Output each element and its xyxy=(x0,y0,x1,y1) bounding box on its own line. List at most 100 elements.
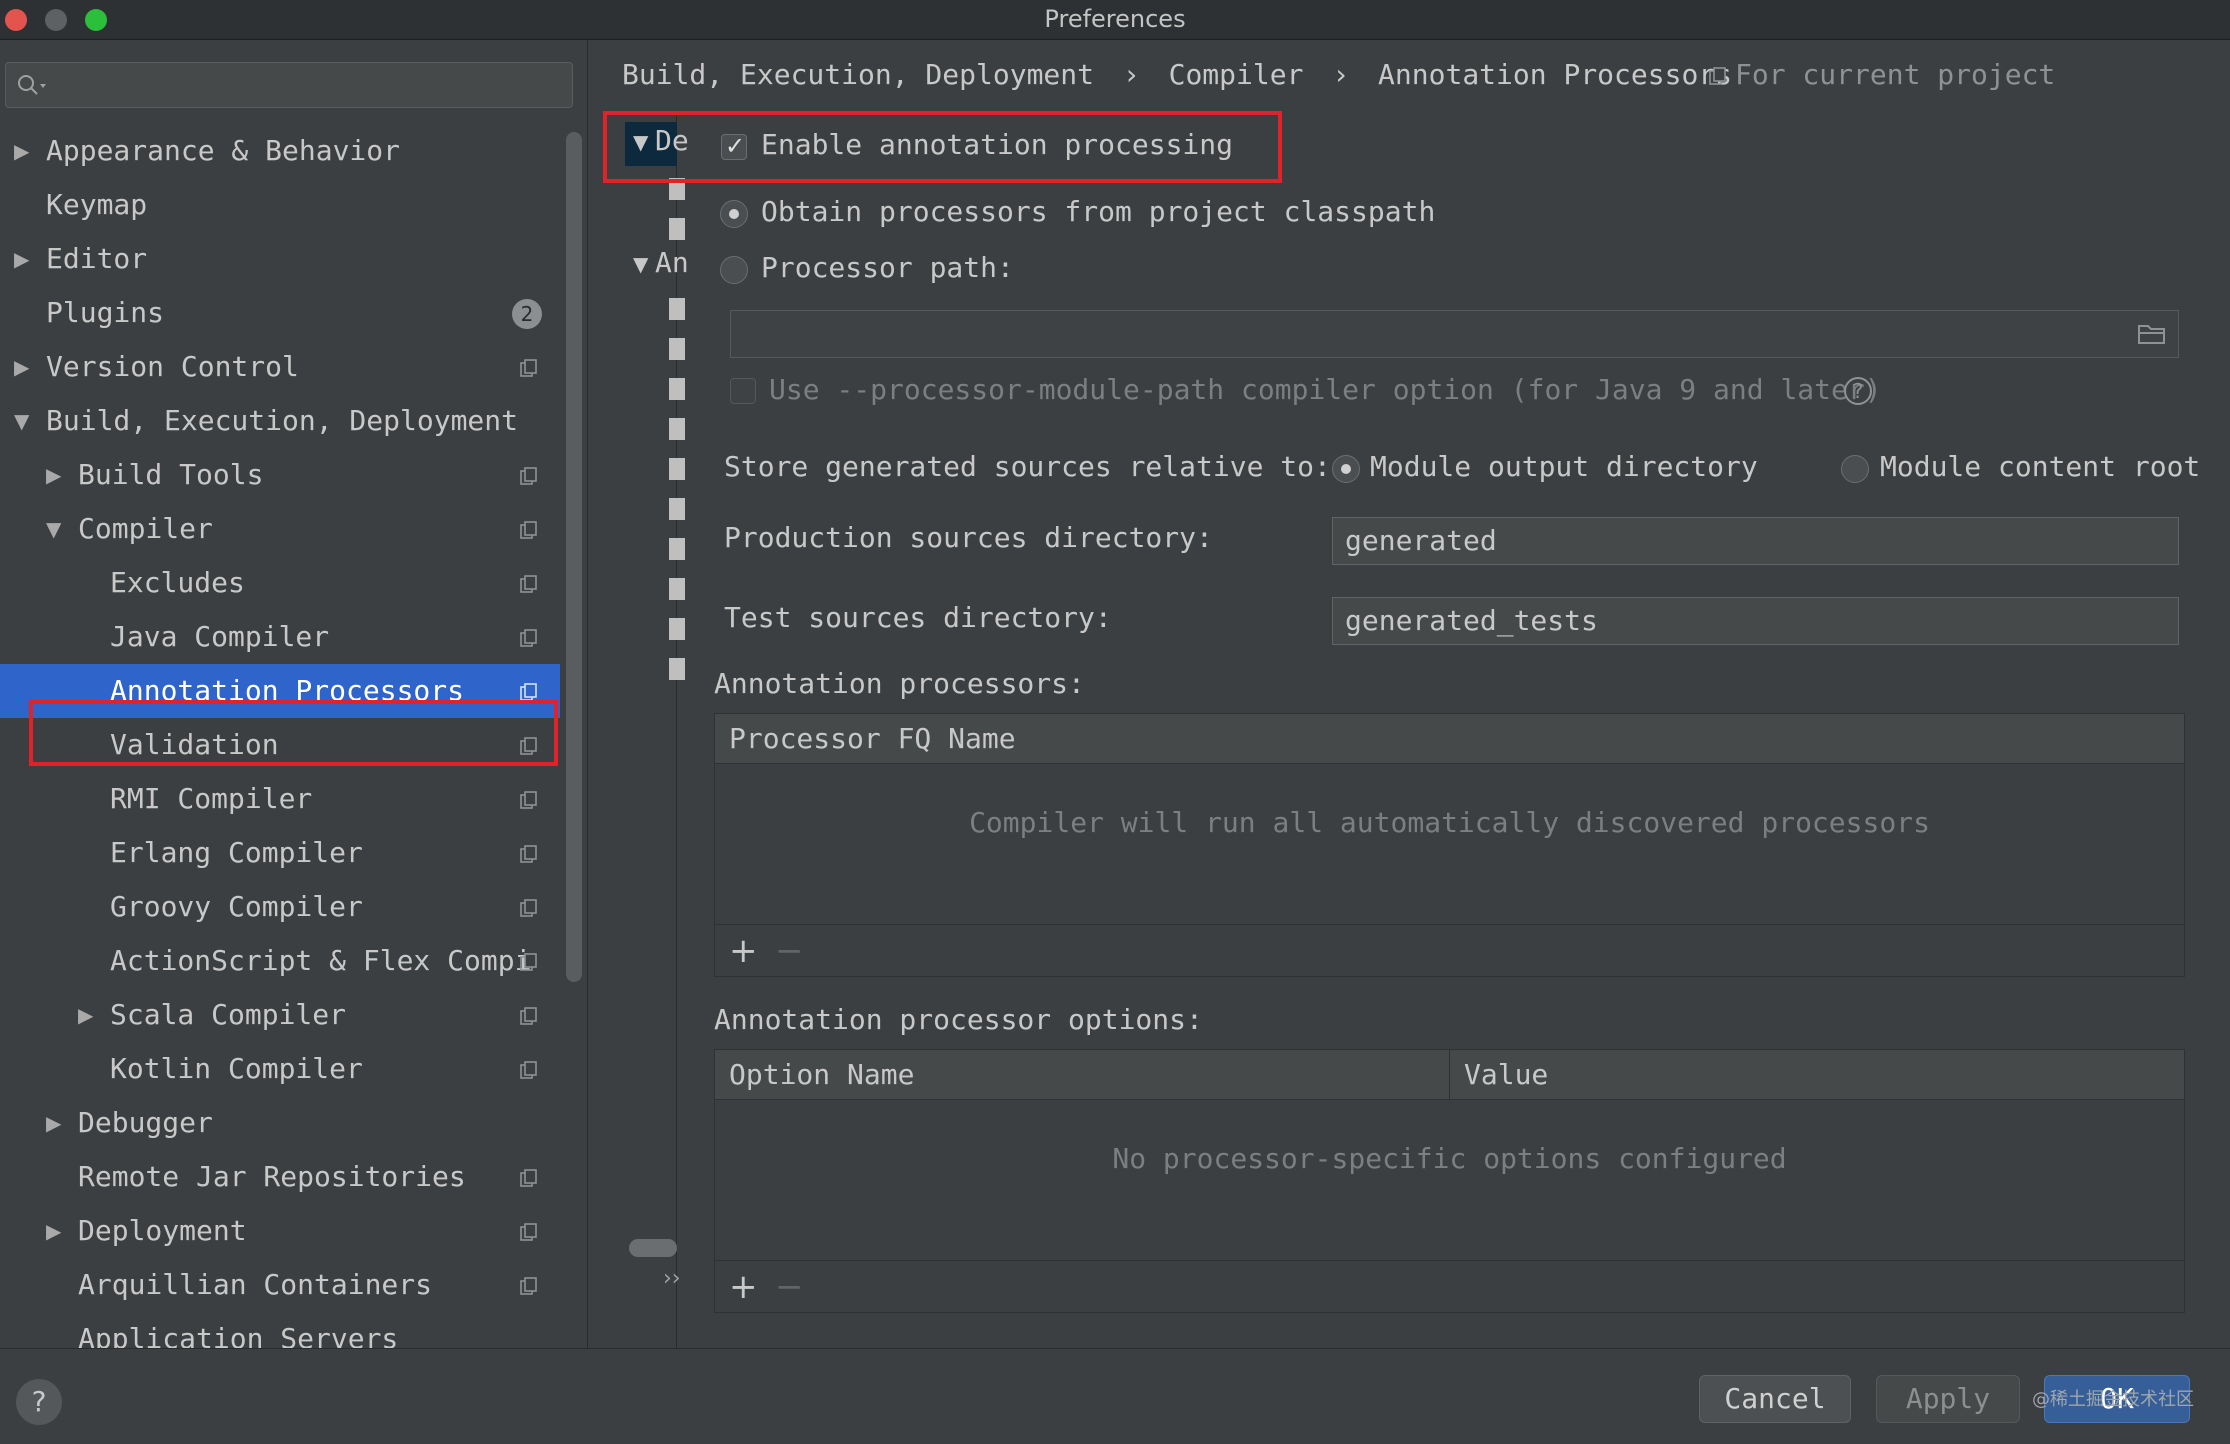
apply-button[interactable]: Apply xyxy=(1876,1375,2020,1423)
breadcrumb-separator: › xyxy=(1332,58,1350,91)
collapse-arrow-icon[interactable]: ▼ xyxy=(14,394,38,448)
tree-item[interactable]: ▶ Version Control xyxy=(0,340,560,394)
tree-item-label: Appearance & Behavior xyxy=(46,134,401,167)
add-processor-button[interactable]: + xyxy=(729,931,758,971)
tree-item[interactable]: Erlang Compiler xyxy=(0,826,560,880)
options-section-label: Annotation processor options: xyxy=(714,1003,1203,1036)
project-scope-icon xyxy=(520,899,537,917)
breadcrumb-item: Annotation Processors xyxy=(1378,58,1733,91)
test-dir-input[interactable]: generated_tests xyxy=(1332,597,2179,645)
tree-item[interactable]: ▼ Compiler xyxy=(0,502,560,556)
tree-item-label: Scala Compiler xyxy=(110,998,347,1031)
processor-path-radio[interactable] xyxy=(720,256,748,284)
folder-icon[interactable] xyxy=(2137,321,2167,347)
column-value[interactable]: Value xyxy=(1449,1050,1548,1100)
tree-item-label: Deployment xyxy=(78,1214,247,1247)
remove-option-button[interactable]: − xyxy=(775,1267,804,1307)
tree-item[interactable]: Groovy Compiler xyxy=(0,880,560,934)
tree-item[interactable]: ▼ Build, Execution, Deployment xyxy=(0,394,560,448)
test-dir-label: Test sources directory: xyxy=(724,601,1112,634)
tree-item[interactable]: ▶ Deployment xyxy=(0,1204,560,1258)
module-content-label[interactable]: Module content root xyxy=(1880,450,2200,483)
tree-item[interactable]: Excludes xyxy=(0,556,560,610)
scope-indicator: For current project xyxy=(1709,58,2055,91)
collapse-arrow-icon[interactable]: ▼ xyxy=(46,502,70,556)
settings-content-panel: Build, Execution, Deployment › Compiler … xyxy=(589,40,2230,1358)
module-output-label[interactable]: Module output directory xyxy=(1370,450,1758,483)
store-relative-label: Store generated sources relative to: xyxy=(724,450,1331,483)
tree-item-label: Excludes xyxy=(110,566,245,599)
tree-item[interactable]: ActionScript & Flex Compi xyxy=(0,934,560,988)
enable-processing-label[interactable]: Enable annotation processing xyxy=(761,128,1233,161)
tree-item[interactable]: Kotlin Compiler xyxy=(0,1042,560,1096)
processors-table-toolbar: + − xyxy=(715,924,2184,976)
obtain-classpath-label[interactable]: Obtain processors from project classpath xyxy=(761,195,1435,228)
tree-item-label: Plugins xyxy=(46,296,165,329)
tree-item[interactable]: Arquillian Containers xyxy=(0,1258,560,1312)
tree-item-label: Kotlin Compiler xyxy=(110,1052,363,1085)
project-scope-icon xyxy=(520,575,537,593)
window-title: Preferences xyxy=(1044,5,1186,33)
breadcrumb-item: Build, Execution, Deployment xyxy=(622,58,1095,91)
cancel-button[interactable]: Cancel xyxy=(1699,1375,1851,1423)
project-scope-icon xyxy=(520,1223,537,1241)
tree-item[interactable]: RMI Compiler xyxy=(0,772,560,826)
profile-annotation[interactable]: An xyxy=(655,246,689,279)
expand-arrow-icon[interactable]: ▶ xyxy=(46,1096,70,1150)
profile-tree-scrollbar[interactable] xyxy=(629,1239,677,1257)
tree-item[interactable]: ▶ Scala Compiler xyxy=(0,988,560,1042)
project-scope-icon xyxy=(520,1169,537,1187)
remove-processor-button[interactable]: − xyxy=(775,931,804,971)
copy-icon xyxy=(1709,67,1726,85)
tree-item[interactable]: Remote Jar Repositories xyxy=(0,1150,560,1204)
search-input[interactable] xyxy=(5,62,573,108)
project-scope-icon xyxy=(520,629,537,647)
column-option-name[interactable]: Option Name xyxy=(715,1050,1449,1100)
expand-arrow-icon[interactable]: ▶ xyxy=(14,124,38,178)
project-scope-icon xyxy=(520,1061,537,1079)
tree-item[interactable]: ▶ Debugger xyxy=(0,1096,560,1150)
tree-item[interactable]: ▶ Editor xyxy=(0,232,560,286)
expand-arrow-icon[interactable]: ▶ xyxy=(14,232,38,286)
tree-item[interactable]: Java Compiler xyxy=(0,610,560,664)
help-button[interactable]: ? xyxy=(16,1379,62,1425)
expand-arrow-icon[interactable]: ▶ xyxy=(14,340,38,394)
options-table-header: Option Name Value xyxy=(715,1050,2184,1100)
help-icon[interactable]: ? xyxy=(1844,377,1872,405)
expand-arrow-icon[interactable]: ▶ xyxy=(78,988,102,1042)
tree-item[interactable]: Keymap xyxy=(0,178,560,232)
production-dir-input[interactable]: generated xyxy=(1332,517,2179,565)
processors-table: Processor FQ Name Compiler will run all … xyxy=(714,713,2185,977)
column-processor-fq-name[interactable]: Processor FQ Name xyxy=(715,714,1016,764)
enable-processing-checkbox[interactable] xyxy=(721,132,747,160)
module-icon xyxy=(669,658,685,680)
tree-item-label: Groovy Compiler xyxy=(110,890,363,923)
tree-scrollbar[interactable] xyxy=(566,132,582,982)
expand-arrow-icon[interactable]: ▶ xyxy=(46,448,70,502)
tree-item[interactable]: Application Servers xyxy=(0,1312,560,1348)
obtain-classpath-radio[interactable] xyxy=(720,200,748,228)
tree-item[interactable]: ▶ Build Tools xyxy=(0,448,560,502)
add-option-button[interactable]: + xyxy=(729,1267,758,1307)
module-output-radio[interactable] xyxy=(1332,455,1360,483)
breadcrumb-item: Compiler xyxy=(1168,58,1304,91)
expand-arrow-icon[interactable]: ▼ xyxy=(633,252,648,276)
module-content-radio[interactable] xyxy=(1841,455,1869,483)
tree-item[interactable]: Plugins 2 xyxy=(0,286,560,340)
module-path-label: Use --processor-module-path compiler opt… xyxy=(769,373,1882,406)
processor-path-field[interactable] xyxy=(730,310,2179,358)
project-scope-icon xyxy=(520,683,537,701)
module-icon xyxy=(669,538,685,560)
module-icon xyxy=(669,618,685,640)
tree-item-label: Compiler xyxy=(78,512,213,545)
module-path-checkbox[interactable] xyxy=(730,378,756,404)
expand-arrow-icon[interactable]: ▶ xyxy=(46,1204,70,1258)
tree-item-label: Keymap xyxy=(46,188,148,221)
tree-item[interactable]: ▶ Appearance & Behavior xyxy=(0,124,560,178)
processor-path-label[interactable]: Processor path: xyxy=(761,251,1014,284)
more-chevron-icon[interactable]: ›› xyxy=(663,1266,681,1291)
project-scope-icon xyxy=(520,521,537,539)
module-icon xyxy=(669,418,685,440)
breadcrumb-separator: › xyxy=(1122,58,1140,91)
project-scope-icon xyxy=(520,1277,537,1295)
